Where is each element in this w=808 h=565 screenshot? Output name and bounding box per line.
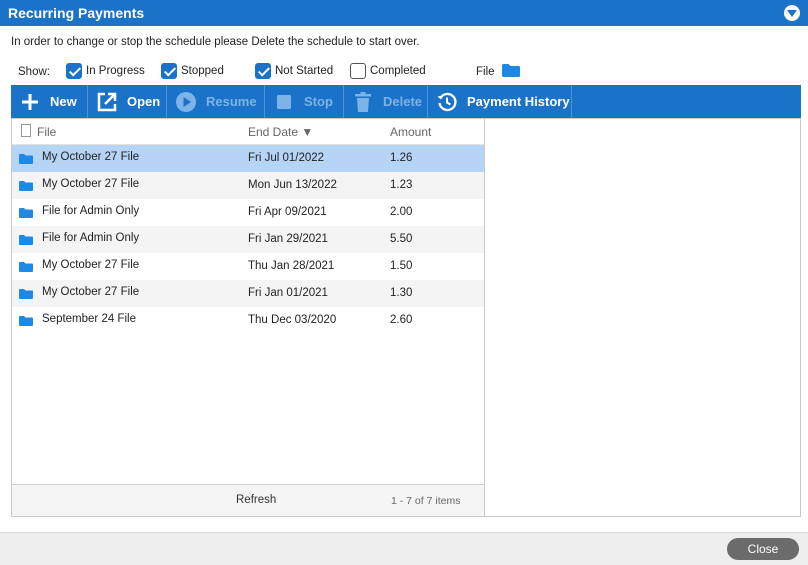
delete-label: Delete bbox=[383, 94, 423, 109]
close-button[interactable]: Close bbox=[727, 538, 799, 560]
row-amount: 1.50 bbox=[390, 260, 413, 272]
sort-descending-icon: ▼ bbox=[301, 125, 314, 139]
checkbox-icon bbox=[161, 63, 177, 79]
stop-button[interactable]: Stop bbox=[265, 85, 344, 118]
row-file: My October 27 File bbox=[42, 151, 140, 163]
table-row[interactable]: September 24 File Thu Dec 03/2020 2.60 bbox=[12, 307, 484, 334]
column-header-file[interactable]: File bbox=[37, 125, 56, 139]
refresh-button[interactable]: Refresh bbox=[236, 494, 276, 506]
table-row[interactable]: My October 27 File Fri Jul 01/2022 1.26 bbox=[12, 145, 484, 172]
row-file: My October 27 File bbox=[42, 178, 140, 190]
row-end-date: Thu Dec 03/2020 bbox=[248, 314, 337, 326]
folder-icon bbox=[19, 235, 33, 245]
play-icon bbox=[176, 91, 196, 112]
plus-icon bbox=[22, 93, 38, 110]
resume-button[interactable]: Resume bbox=[167, 85, 265, 118]
row-end-date: Thu Jan 28/2021 bbox=[248, 260, 335, 272]
table-row[interactable]: File for Admin Only Fri Apr 09/2021 2.00 bbox=[12, 199, 484, 226]
payment-history-button[interactable]: Payment History bbox=[428, 85, 572, 118]
folder-icon bbox=[19, 181, 33, 191]
row-amount: 1.30 bbox=[390, 287, 413, 299]
table-row[interactable]: My October 27 File Mon Jun 13/2022 1.23 bbox=[12, 172, 484, 199]
folder-icon bbox=[19, 208, 33, 218]
checkbox-label: Completed bbox=[370, 65, 426, 77]
file-filter-input[interactable] bbox=[526, 61, 800, 81]
toolbar: New Open Resume Stop Delete Payment Hist… bbox=[11, 85, 801, 118]
row-end-date: Fri Jul 01/2022 bbox=[248, 152, 325, 164]
resume-label: Resume bbox=[206, 94, 257, 109]
payments-grid: File End Date ▼ Amount My October 27 Fil… bbox=[11, 118, 485, 517]
trash-icon bbox=[355, 91, 371, 112]
table-row[interactable]: File for Admin Only Fri Jan 29/2021 5.50 bbox=[12, 226, 484, 253]
window-title: Recurring Payments bbox=[8, 5, 145, 21]
folder-icon[interactable] bbox=[502, 64, 520, 77]
file-filter-label: File bbox=[476, 66, 495, 78]
open-external-icon bbox=[97, 92, 117, 111]
row-amount: 2.00 bbox=[390, 206, 413, 218]
row-end-date: Mon Jun 13/2022 bbox=[248, 179, 337, 191]
table-row[interactable]: My October 27 File Fri Jan 01/2021 1.30 bbox=[12, 280, 484, 307]
detail-panel bbox=[485, 118, 801, 517]
delete-button[interactable]: Delete bbox=[344, 85, 428, 118]
payment-history-label: Payment History bbox=[467, 94, 570, 109]
open-button[interactable]: Open bbox=[88, 85, 167, 118]
history-icon bbox=[437, 92, 457, 111]
stop-label: Stop bbox=[304, 94, 333, 109]
grid-footer: Refresh 1 - 7 of 7 items bbox=[12, 484, 484, 516]
stop-icon bbox=[277, 94, 291, 109]
folder-icon bbox=[19, 262, 33, 272]
file-icon bbox=[21, 124, 31, 137]
show-label: Show: bbox=[18, 66, 50, 78]
column-header-amount[interactable]: Amount bbox=[390, 125, 431, 139]
row-amount: 1.23 bbox=[390, 179, 413, 191]
row-end-date: Fri Jan 01/2021 bbox=[248, 287, 328, 299]
folder-icon bbox=[19, 289, 33, 299]
row-end-date: Fri Jan 29/2021 bbox=[248, 233, 328, 245]
new-label: New bbox=[50, 94, 77, 109]
checkbox-icon bbox=[350, 63, 366, 79]
row-file: My October 27 File bbox=[42, 286, 140, 298]
row-file: File for Admin Only bbox=[42, 232, 140, 244]
row-amount: 1.26 bbox=[390, 152, 413, 164]
grid-body: My October 27 File Fri Jul 01/2022 1.26 … bbox=[12, 145, 484, 334]
info-text: In order to change or stop the schedule … bbox=[11, 36, 420, 48]
bottom-bar bbox=[0, 532, 808, 565]
row-file: File for Admin Only bbox=[42, 205, 140, 217]
filter-in-progress-checkbox[interactable]: In Progress bbox=[66, 62, 145, 80]
row-end-date: Fri Apr 09/2021 bbox=[248, 206, 327, 218]
column-header-end-date[interactable]: End Date ▼ bbox=[248, 125, 313, 139]
folder-icon bbox=[19, 154, 33, 164]
checkbox-label: Not Started bbox=[275, 65, 334, 77]
row-amount: 2.60 bbox=[390, 314, 413, 326]
folder-icon bbox=[19, 316, 33, 326]
checkbox-label: In Progress bbox=[86, 65, 145, 77]
filter-stopped-checkbox[interactable]: Stopped bbox=[161, 62, 224, 80]
pager-info: 1 - 7 of 7 items bbox=[391, 495, 461, 507]
checkbox-icon bbox=[66, 63, 82, 79]
collapse-icon[interactable] bbox=[784, 5, 800, 21]
column-header-end-date-label: End Date bbox=[248, 125, 299, 139]
row-file: September 24 File bbox=[42, 313, 136, 325]
row-file: My October 27 File bbox=[42, 259, 140, 271]
grid-header: File End Date ▼ Amount bbox=[12, 119, 484, 145]
checkbox-icon bbox=[255, 63, 271, 79]
title-bar: Recurring Payments bbox=[0, 0, 808, 26]
row-amount: 5.50 bbox=[390, 233, 413, 245]
filter-completed-checkbox[interactable]: Completed bbox=[350, 62, 426, 80]
table-row[interactable]: My October 27 File Thu Jan 28/2021 1.50 bbox=[12, 253, 484, 280]
open-label: Open bbox=[127, 94, 161, 109]
checkbox-label: Stopped bbox=[181, 65, 224, 77]
new-button[interactable]: New bbox=[11, 85, 88, 118]
filter-not-started-checkbox[interactable]: Not Started bbox=[255, 62, 333, 80]
